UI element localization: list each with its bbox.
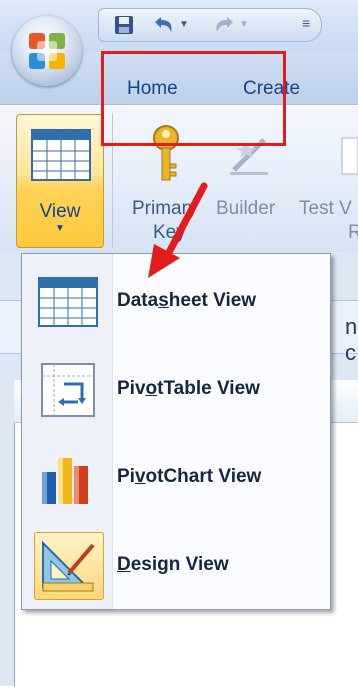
menu-item-label: PivotTable View xyxy=(117,378,260,399)
view-button-label: View xyxy=(39,201,81,222)
pivottable-view-icon xyxy=(41,363,95,417)
pivotchart-view-icon xyxy=(42,458,88,504)
menu-item-pivotchart-view[interactable]: PivotChart View xyxy=(22,434,330,520)
menu-item-label: PivotChart View xyxy=(117,466,262,487)
datasheet-view-icon xyxy=(38,277,98,327)
document-bar-text: n c xyxy=(345,314,358,365)
menu-item-design-view[interactable]: Design View xyxy=(22,522,330,608)
design-view-icon xyxy=(42,540,95,592)
design-view-icon-highlight xyxy=(34,532,104,600)
redo-icon[interactable] xyxy=(211,14,237,36)
view-button[interactable]: View ▼ xyxy=(16,114,104,248)
red-annotation-arrow-icon xyxy=(148,182,208,278)
test-validation-label-line2: R xyxy=(348,222,358,243)
save-icon[interactable] xyxy=(113,14,135,36)
undo-icon[interactable] xyxy=(151,14,177,36)
red-callout-box xyxy=(101,51,286,146)
menu-item-label: Design View xyxy=(117,554,229,575)
menu-item-label: Datasheet View xyxy=(117,290,257,311)
customize-toolbar-icon[interactable]: ≡ xyxy=(302,15,310,37)
builder-label: Builder xyxy=(216,198,276,219)
menu-item-pivottable-view[interactable]: PivotTable View xyxy=(22,346,330,432)
office-button[interactable] xyxy=(12,16,82,86)
quick-access-toolbar: ▼ ▼ ≡ xyxy=(98,8,322,42)
test-validation-label-line1: Test V xyxy=(299,198,352,219)
datasheet-icon xyxy=(31,129,91,181)
undo-dropdown-icon[interactable]: ▼ xyxy=(179,19,189,41)
chevron-down-icon: ▼ xyxy=(55,223,65,234)
redo-dropdown-icon[interactable]: ▼ xyxy=(239,19,249,41)
office-logo-icon xyxy=(29,33,65,69)
test-validation-icon[interactable] xyxy=(338,132,358,182)
view-dropdown-menu: Datasheet View PivotTable View PivotChar… xyxy=(21,253,331,610)
